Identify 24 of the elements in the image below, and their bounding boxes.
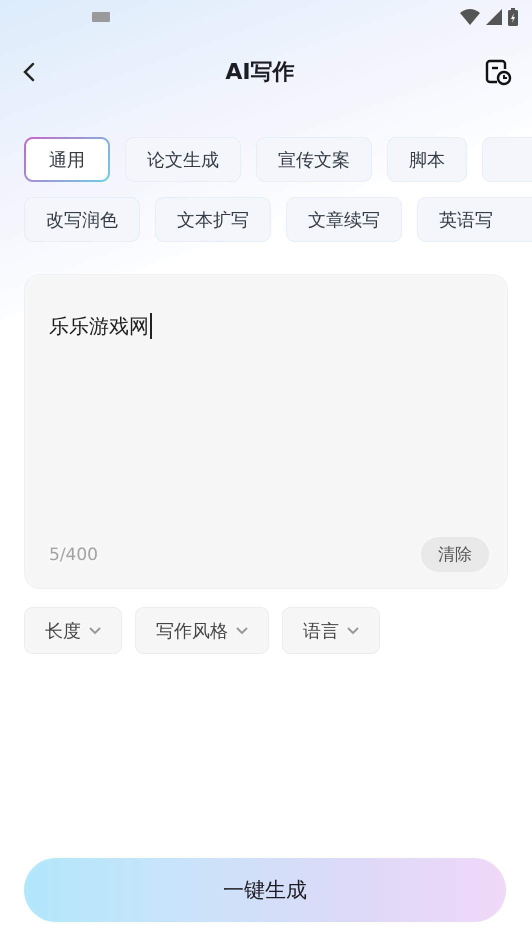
category-tab[interactable]: 文章续写 — [286, 197, 402, 242]
text-input[interactable]: 乐乐游戏网 — [49, 313, 489, 537]
wifi-icon — [460, 9, 480, 25]
signal-icon — [486, 9, 502, 25]
category-tab[interactable]: 论文生成 — [125, 137, 241, 182]
category-tab[interactable]: 宣传文案 — [256, 137, 372, 182]
chevron-down-icon — [89, 626, 101, 634]
category-tab[interactable]: 改写润色 — [24, 197, 140, 242]
chevron-down-icon — [236, 626, 248, 634]
battery-icon — [508, 8, 518, 26]
chevron-down-icon — [347, 626, 359, 634]
page-title: AI写作 — [225, 59, 295, 87]
history-icon[interactable] — [484, 58, 512, 86]
option-dropdown[interactable]: 语言 — [282, 607, 380, 654]
category-tab[interactable]: 脚本 — [387, 137, 467, 182]
option-dropdown[interactable]: 写作风格 — [135, 607, 269, 654]
category-tab[interactable]: 英语写 — [417, 197, 532, 242]
clear-button[interactable]: 清除 — [421, 537, 489, 572]
option-dropdown[interactable]: 长度 — [24, 607, 122, 654]
generate-button[interactable]: 一键生成 — [24, 858, 506, 922]
back-icon[interactable] — [22, 62, 36, 82]
category-tab[interactable]: 文本扩写 — [155, 197, 271, 242]
category-tab[interactable]: 通用 — [24, 137, 110, 182]
character-counter: 5/400 — [49, 544, 98, 564]
